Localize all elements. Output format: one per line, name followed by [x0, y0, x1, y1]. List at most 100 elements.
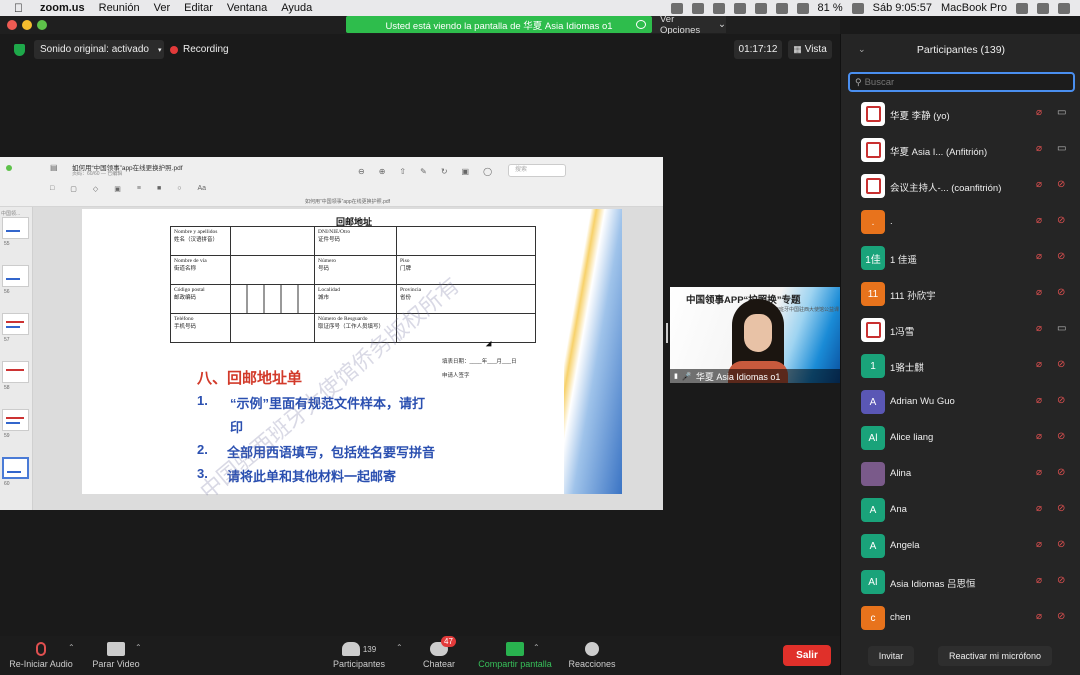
mic-muted-icon[interactable]: ⌀ — [1036, 143, 1050, 157]
camera-off-icon[interactable]: ⊘ — [1057, 215, 1071, 229]
spotlight-search-icon[interactable] — [1016, 2, 1028, 14]
siri-icon[interactable] — [1037, 2, 1049, 14]
table-row: Código postal 邮政编码 Localidad 城市 Provinci… — [170, 284, 536, 314]
view-options-label: Ver Opciones — [660, 13, 701, 36]
participant-row[interactable]: AI Asia Idiomas 吕思恒 ⌀ ⊘ — [841, 564, 1080, 600]
camera-off-icon[interactable]: ⊘ — [1057, 287, 1071, 301]
mic-muted-icon[interactable]: ⌀ — [1036, 359, 1050, 373]
recording-indicator[interactable]: Recording — [170, 40, 229, 59]
camera-off-icon[interactable]: ⊘ — [1057, 467, 1071, 481]
camera-on-icon[interactable]: ▭ — [1057, 323, 1071, 337]
mic-muted-icon[interactable]: ⌀ — [1036, 215, 1050, 229]
menu-ventana[interactable]: Ventana — [227, 2, 267, 14]
mic-muted-icon[interactable]: ⌀ — [1036, 395, 1050, 409]
camera-off-icon[interactable]: ⊘ — [1057, 431, 1071, 445]
camera-off-icon[interactable]: ⊘ — [1057, 503, 1071, 517]
camera-off-icon[interactable]: ⊘ — [1057, 251, 1071, 265]
wifi-icon[interactable] — [775, 2, 788, 14]
participant-row[interactable]: A Adrian Wu Guo ⌀ ⊘ — [841, 384, 1080, 420]
wechat-icon[interactable] — [670, 2, 683, 14]
security-shield-icon[interactable] — [14, 44, 25, 56]
sign-name: 申请人签字 — [442, 373, 470, 379]
reactions-button[interactable]: Reacciones — [565, 636, 619, 675]
camera-off-icon[interactable]: ⊘ — [1057, 179, 1071, 193]
camera-off-icon[interactable]: ⊘ — [1057, 575, 1071, 589]
grid-icon: ▦ — [793, 44, 802, 54]
menu-editar[interactable]: Editar — [184, 2, 213, 14]
participant-row[interactable]: A Angela ⌀ ⊘ — [841, 528, 1080, 564]
zoom-status-icon[interactable] — [691, 2, 704, 14]
color-icon: ■ — [156, 185, 162, 192]
camera-on-icon[interactable]: ▭ — [1057, 107, 1071, 121]
mic-muted-icon[interactable]: ⌀ — [1036, 575, 1050, 589]
leave-button[interactable]: Salir — [783, 645, 831, 666]
bluetooth-icon[interactable] — [754, 2, 767, 14]
participant-name: Ana — [890, 504, 907, 515]
mic-muted-icon[interactable]: ⌀ — [1036, 179, 1050, 193]
fullscreen-window-icon[interactable] — [37, 20, 47, 30]
timemachine-icon[interactable] — [733, 2, 746, 14]
avatar: 1佳 — [861, 246, 885, 270]
camera-off-icon[interactable]: ⊘ — [1057, 611, 1071, 625]
participant-row[interactable]: 1佳 1 佳遥 ⌀ ⊘ — [841, 240, 1080, 276]
resize-handle[interactable] — [666, 323, 668, 343]
participants-options-caret[interactable]: ⌃ — [396, 643, 403, 652]
mic-muted-icon[interactable]: ⌀ — [1036, 287, 1050, 301]
unmute-self-button[interactable]: Reactivar mi micrófono — [938, 646, 1052, 666]
participant-row[interactable]: Al Alice liang ⌀ ⊘ — [841, 420, 1080, 456]
page-thumbnail-number: 57 — [4, 337, 10, 343]
share-options-caret[interactable]: ⌃ — [533, 643, 540, 652]
mic-muted-icon[interactable]: ⌀ — [1036, 467, 1050, 481]
audio-options-caret[interactable]: ⌃ — [68, 643, 75, 652]
speaker-video-tile[interactable]: 中国领事APP“护照换”专题 西班牙中国驻西大使馆公益课 ▮ 🎤 华夏 Asia… — [670, 287, 840, 383]
participant-row[interactable]: 1冯雪 ⌀ ▭ — [841, 312, 1080, 348]
share-label: Compartir pantalla — [478, 659, 552, 669]
participants-search-input[interactable] — [864, 76, 1055, 88]
apple-icon[interactable]:  — [14, 1, 28, 15]
menu-ayuda[interactable]: Ayuda — [281, 2, 312, 14]
mic-muted-icon[interactable]: ⌀ — [1036, 431, 1050, 445]
device-name[interactable]: MacBook Pro — [941, 2, 1007, 14]
mic-muted-icon[interactable]: ⌀ — [1036, 503, 1050, 517]
participant-row[interactable]: 11 111 孙欣宇 ⌀ ⊘ — [841, 276, 1080, 312]
battery-icon[interactable] — [851, 2, 864, 14]
audio-button[interactable]: Re-Iniciar Audio — [6, 636, 76, 675]
clock[interactable]: Sáb 9:05:57 — [873, 2, 932, 14]
participant-row[interactable]: Alina ⌀ ⊘ — [841, 456, 1080, 492]
view-button[interactable]: ▦ Vista — [788, 40, 832, 59]
mic-muted-icon[interactable]: ⌀ — [1036, 107, 1050, 121]
participants-button[interactable]: 139 Participantes — [328, 636, 390, 675]
keyboard-icon[interactable] — [796, 2, 809, 14]
invite-button[interactable]: Invitar — [868, 646, 914, 666]
camera-off-icon[interactable]: ⊘ — [1057, 539, 1071, 553]
participants-search[interactable]: ⚲ — [848, 72, 1075, 92]
avatar — [861, 462, 885, 486]
menu-reunion[interactable]: Reunión — [99, 2, 140, 14]
camera-off-icon[interactable]: ⊘ — [1057, 395, 1071, 409]
menu-ver[interactable]: Ver — [154, 2, 171, 14]
original-sound-button[interactable]: Sonido original: activado ▾ — [34, 40, 164, 59]
minimize-window-icon[interactable] — [22, 20, 32, 30]
camera-off-icon[interactable]: ⊘ — [1057, 359, 1071, 373]
dropbox-icon[interactable] — [712, 2, 725, 14]
mic-muted-icon[interactable]: ⌀ — [1036, 251, 1050, 265]
view-options-button[interactable]: Ver Opciones ⌄ — [652, 13, 726, 36]
video-button[interactable]: Parar Video — [86, 636, 146, 675]
mic-muted-icon[interactable]: ⌀ — [1036, 323, 1050, 337]
control-center-icon[interactable] — [1058, 2, 1070, 14]
camera-on-icon[interactable]: ▭ — [1057, 143, 1071, 157]
close-window-icon[interactable] — [7, 20, 17, 30]
participant-row[interactable]: 华夏 Asia I... (Anfitrión) ⌀ ▭ — [841, 132, 1080, 168]
video-options-caret[interactable]: ⌃ — [135, 643, 142, 652]
participant-row[interactable]: 会议主持人-... (coanfitrión) ⌀ ⊘ — [841, 168, 1080, 204]
participant-row[interactable]: 1 1骆士麒 ⌀ ⊘ — [841, 348, 1080, 384]
participant-row[interactable]: A Ana ⌀ ⊘ — [841, 492, 1080, 528]
mic-muted-icon[interactable]: ⌀ — [1036, 539, 1050, 553]
share-screen-button[interactable]: Compartir pantalla — [472, 636, 558, 675]
participant-row[interactable]: c chen ⌀ ⊘ — [841, 600, 1080, 636]
mic-muted-icon[interactable]: ⌀ — [1036, 611, 1050, 625]
avatar: Al — [861, 426, 885, 450]
menu-app[interactable]: zoom.us — [40, 2, 85, 14]
participant-row[interactable]: .. ⌀ ⊘ — [841, 204, 1080, 240]
participant-row[interactable]: 华夏 李静 (yo) ⌀ ▭ — [841, 96, 1080, 132]
